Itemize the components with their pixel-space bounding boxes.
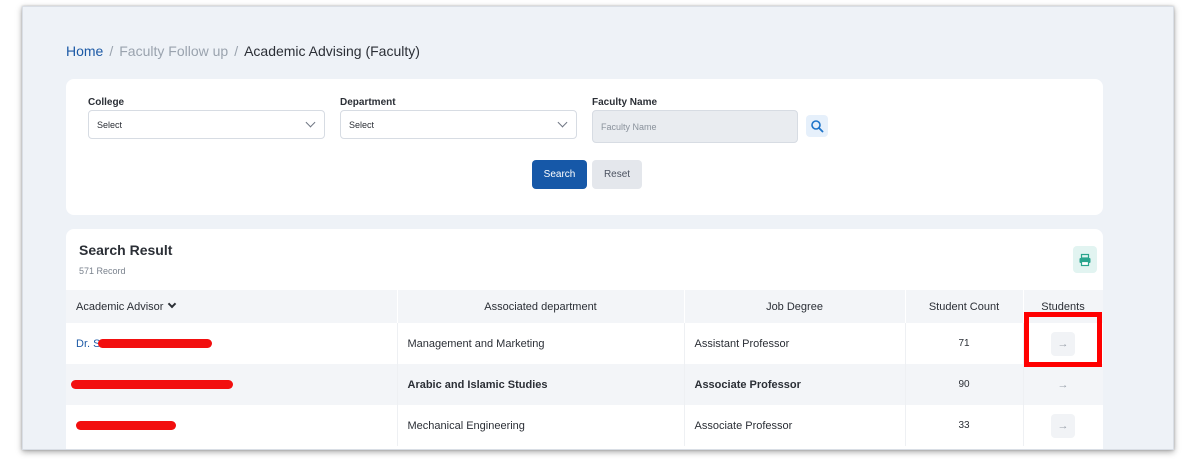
redaction-mark — [98, 339, 213, 349]
print-button[interactable] — [1073, 246, 1097, 273]
department-select[interactable]: Select — [340, 110, 577, 139]
chevron-down-icon — [168, 299, 177, 308]
advisor-cell — [66, 405, 398, 446]
college-label: College — [88, 97, 125, 108]
advisor-cell: Dr. S — [66, 323, 398, 364]
result-title: Search Result — [79, 242, 173, 258]
printer-icon — [1079, 253, 1091, 266]
students-cell: → — [1023, 364, 1103, 405]
table-row: Mechanical Engineering Associate Profess… — [66, 405, 1103, 446]
highlight-annotation — [1024, 312, 1102, 367]
department-cell: Mechanical Engineering — [397, 405, 685, 446]
table-row: Arabic and Islamic Studies Associate Pro… — [66, 364, 1103, 405]
chevron-down-icon — [557, 117, 568, 128]
arrow-right-icon: → — [1057, 378, 1069, 391]
filter-card: College Select Department Select Faculty… — [66, 79, 1103, 215]
app-frame: Home / Faculty Follow up / Academic Advi… — [22, 6, 1174, 450]
department-cell: Management and Marketing — [397, 323, 685, 364]
table-header-row: Academic Advisor Associated department J… — [66, 290, 1103, 323]
faculty-name-input[interactable] — [592, 110, 798, 143]
column-header-academic-advisor[interactable]: Academic Advisor — [66, 290, 398, 323]
job-degree-cell: Associate Professor — [684, 405, 906, 446]
students-cell: → — [1023, 405, 1103, 446]
faculty-name-label: Faculty Name — [592, 97, 658, 108]
column-header-student-count: Student Count — [905, 290, 1024, 323]
reset-button[interactable]: Reset — [592, 160, 642, 189]
college-select[interactable]: Select — [88, 110, 325, 139]
column-header-label: Academic Advisor — [76, 300, 164, 313]
breadcrumb-separator: / — [234, 43, 239, 59]
table-row: Dr. S Management and Marketing Assistant… — [66, 323, 1103, 364]
arrow-right-icon: → — [1057, 419, 1069, 432]
department-cell: Arabic and Islamic Studies — [397, 364, 685, 405]
faculty-search-button[interactable] — [806, 115, 828, 137]
student-count-cell: 71 — [905, 323, 1024, 364]
results-table: Academic Advisor Associated department J… — [66, 290, 1103, 446]
student-count-cell: 33 — [905, 405, 1024, 446]
job-degree-cell: Associate Professor — [684, 364, 906, 405]
department-select-value: Select — [349, 119, 375, 130]
search-button[interactable]: Search — [532, 160, 587, 189]
breadcrumb-separator: / — [109, 43, 114, 59]
column-header-associated-department: Associated department — [397, 290, 685, 323]
advisor-cell — [66, 364, 398, 405]
breadcrumb-home[interactable]: Home — [66, 43, 103, 59]
job-degree-cell: Assistant Professor — [684, 323, 906, 364]
student-count-cell: 90 — [905, 364, 1024, 405]
result-card: Search Result 571 Record Academic Adviso… — [66, 229, 1103, 449]
redaction-mark — [71, 380, 233, 390]
magnifier-icon — [811, 120, 824, 133]
breadcrumb: Home / Faculty Follow up / Academic Advi… — [66, 43, 420, 59]
redaction-mark — [76, 421, 176, 431]
chevron-down-icon — [305, 117, 316, 128]
college-select-value: Select — [97, 119, 123, 130]
column-header-job-degree: Job Degree — [684, 290, 906, 323]
view-students-button[interactable]: → — [1051, 373, 1075, 397]
advisor-link[interactable]: Dr. S — [76, 338, 100, 350]
breadcrumb-faculty-follow-up[interactable]: Faculty Follow up — [119, 43, 228, 59]
result-count: 571 Record — [79, 266, 126, 276]
breadcrumb-current: Academic Advising (Faculty) — [244, 43, 420, 59]
department-label: Department — [340, 97, 396, 108]
view-students-button[interactable]: → — [1051, 413, 1075, 438]
